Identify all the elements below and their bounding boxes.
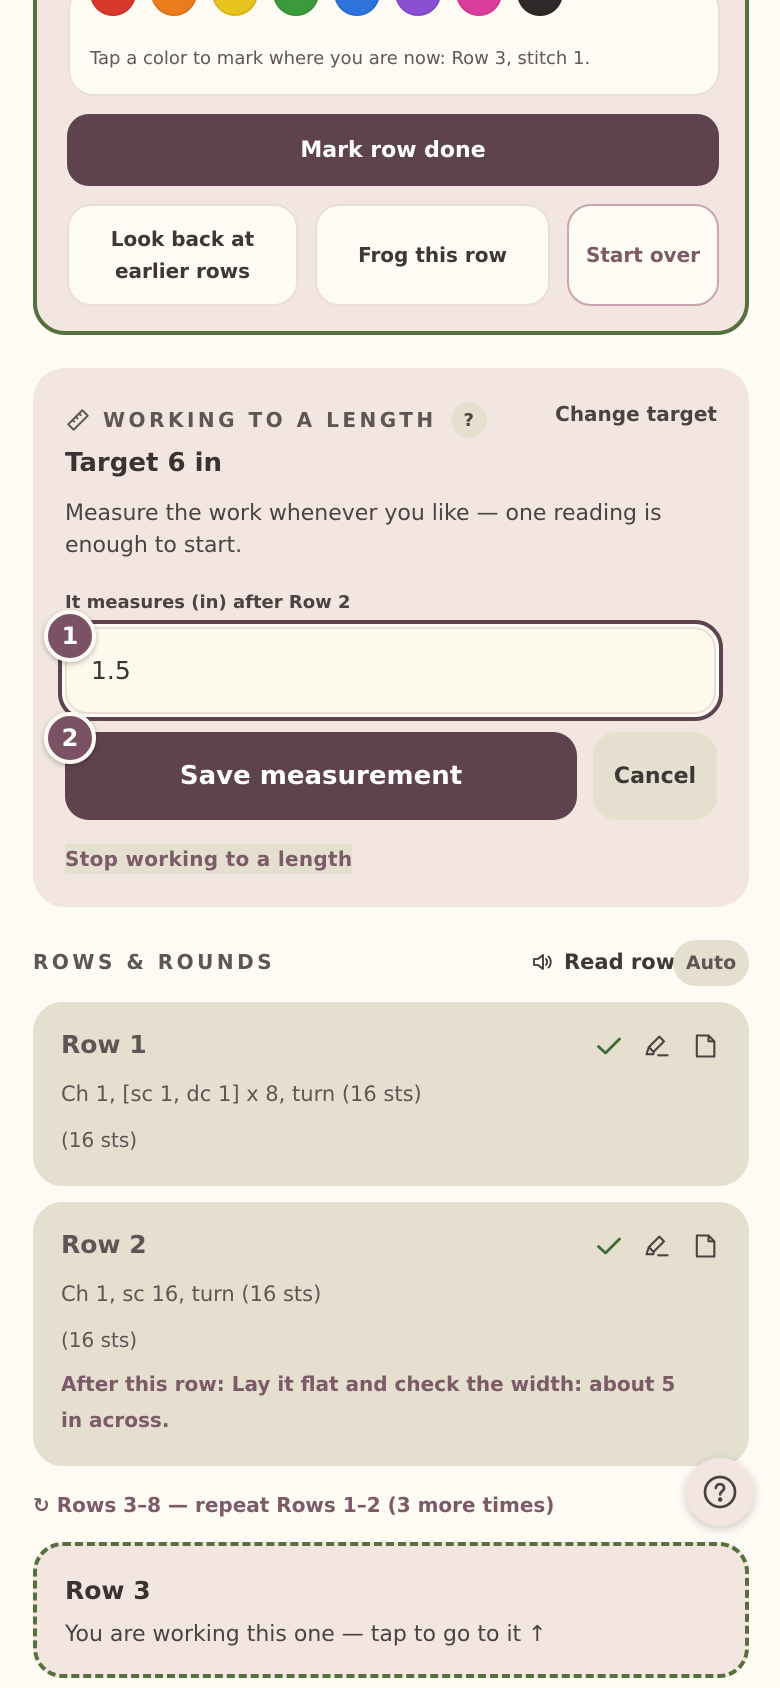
color-swatch-6[interactable] xyxy=(395,0,441,16)
color-swatch-1[interactable] xyxy=(90,0,136,16)
color-swatches xyxy=(90,0,563,16)
working-to-length-card: WORKING TO A LENGTH ? Change target Targ… xyxy=(33,368,749,907)
step-badge-1: 1 xyxy=(44,610,96,662)
note-icon[interactable] xyxy=(691,1032,719,1060)
cancel-button[interactable]: Cancel xyxy=(593,732,717,820)
row-card-2[interactable]: Row 2 Ch 1, sc 16, turn (16 sts) (16 sts… xyxy=(33,1202,749,1466)
note-icon[interactable] xyxy=(691,1232,719,1260)
current-row-subtitle: You are working this one — tap to go to … xyxy=(65,1622,547,1647)
row-card-1[interactable]: Row 1 Ch 1, [sc 1, dc 1] x 8, turn (16 s… xyxy=(33,1002,749,1186)
current-row-title: Row 3 xyxy=(65,1576,151,1605)
row-stitch-count: (16 sts) xyxy=(61,1128,138,1152)
row-stitch-count: (16 sts) xyxy=(61,1328,138,1352)
row-check-note: After this row: Lay it flat and check th… xyxy=(61,1372,676,1432)
row-actions xyxy=(595,1032,719,1060)
change-target-link[interactable]: Change target xyxy=(555,402,717,426)
row-instructions: Ch 1, [sc 1, dc 1] x 8, turn (16 sts) xyxy=(61,1082,422,1106)
highlighter-icon[interactable] xyxy=(643,1032,671,1060)
help-button[interactable] xyxy=(686,1458,754,1526)
color-swatch-2[interactable] xyxy=(151,0,197,16)
auto-toggle[interactable]: Auto xyxy=(673,940,749,986)
row-title: Row 1 xyxy=(61,1030,147,1059)
frog-row-button[interactable]: Frog this row xyxy=(315,204,550,306)
measure-field-label: It measures (in) after Row 2 xyxy=(65,592,351,613)
stop-working-to-length-link[interactable]: Stop working to a length xyxy=(65,844,353,874)
color-swatch-3[interactable] xyxy=(212,0,258,16)
ruler-icon xyxy=(67,409,89,431)
save-measurement-button[interactable]: Save measurement xyxy=(65,732,577,820)
target-length: Target 6 in xyxy=(65,448,223,478)
read-row-label: Read row xyxy=(564,950,676,974)
start-over-button[interactable]: Start over xyxy=(567,204,719,306)
step-badge-2: 2 xyxy=(44,712,96,764)
row-actions xyxy=(595,1232,719,1260)
check-icon[interactable] xyxy=(595,1032,623,1060)
length-header: WORKING TO A LENGTH ? xyxy=(65,402,487,438)
repeat-rows-note: ↻ Rows 3–8 — repeat Rows 1–2 (3 more tim… xyxy=(33,1493,555,1517)
read-row-button[interactable]: Read row xyxy=(530,950,675,974)
mark-row-done-button[interactable]: Mark row done xyxy=(67,114,719,186)
color-marker-hint: Tap a color to mark where you are now: R… xyxy=(90,48,591,69)
row-instructions: Ch 1, sc 16, turn (16 sts) xyxy=(61,1282,322,1306)
look-back-button[interactable]: Look back at earlier rows xyxy=(67,204,298,306)
measurement-input-focus-ring: 1.5 xyxy=(58,620,723,721)
measurement-input[interactable]: 1.5 xyxy=(65,627,716,714)
current-row-card: Tap a color to mark where you are now: R… xyxy=(33,0,749,335)
highlighter-icon[interactable] xyxy=(643,1232,671,1260)
color-marker-panel: Tap a color to mark where you are now: R… xyxy=(68,0,720,96)
row-title: Row 2 xyxy=(61,1230,147,1259)
current-row-link[interactable]: Row 3 You are working this one — tap to … xyxy=(33,1542,749,1678)
rows-section-title: ROWS & ROUNDS xyxy=(33,950,276,974)
length-help-button[interactable]: ? xyxy=(450,402,487,438)
check-icon[interactable] xyxy=(595,1232,623,1260)
speaker-icon xyxy=(533,954,552,970)
length-section-title: WORKING TO A LENGTH xyxy=(103,408,437,432)
color-swatch-5[interactable] xyxy=(334,0,380,16)
color-swatch-7[interactable] xyxy=(456,0,502,16)
color-swatch-4[interactable] xyxy=(273,0,319,16)
length-description: Measure the work whenever you like — one… xyxy=(65,501,662,558)
help-icon xyxy=(703,1475,737,1509)
color-swatch-8[interactable] xyxy=(517,0,563,16)
